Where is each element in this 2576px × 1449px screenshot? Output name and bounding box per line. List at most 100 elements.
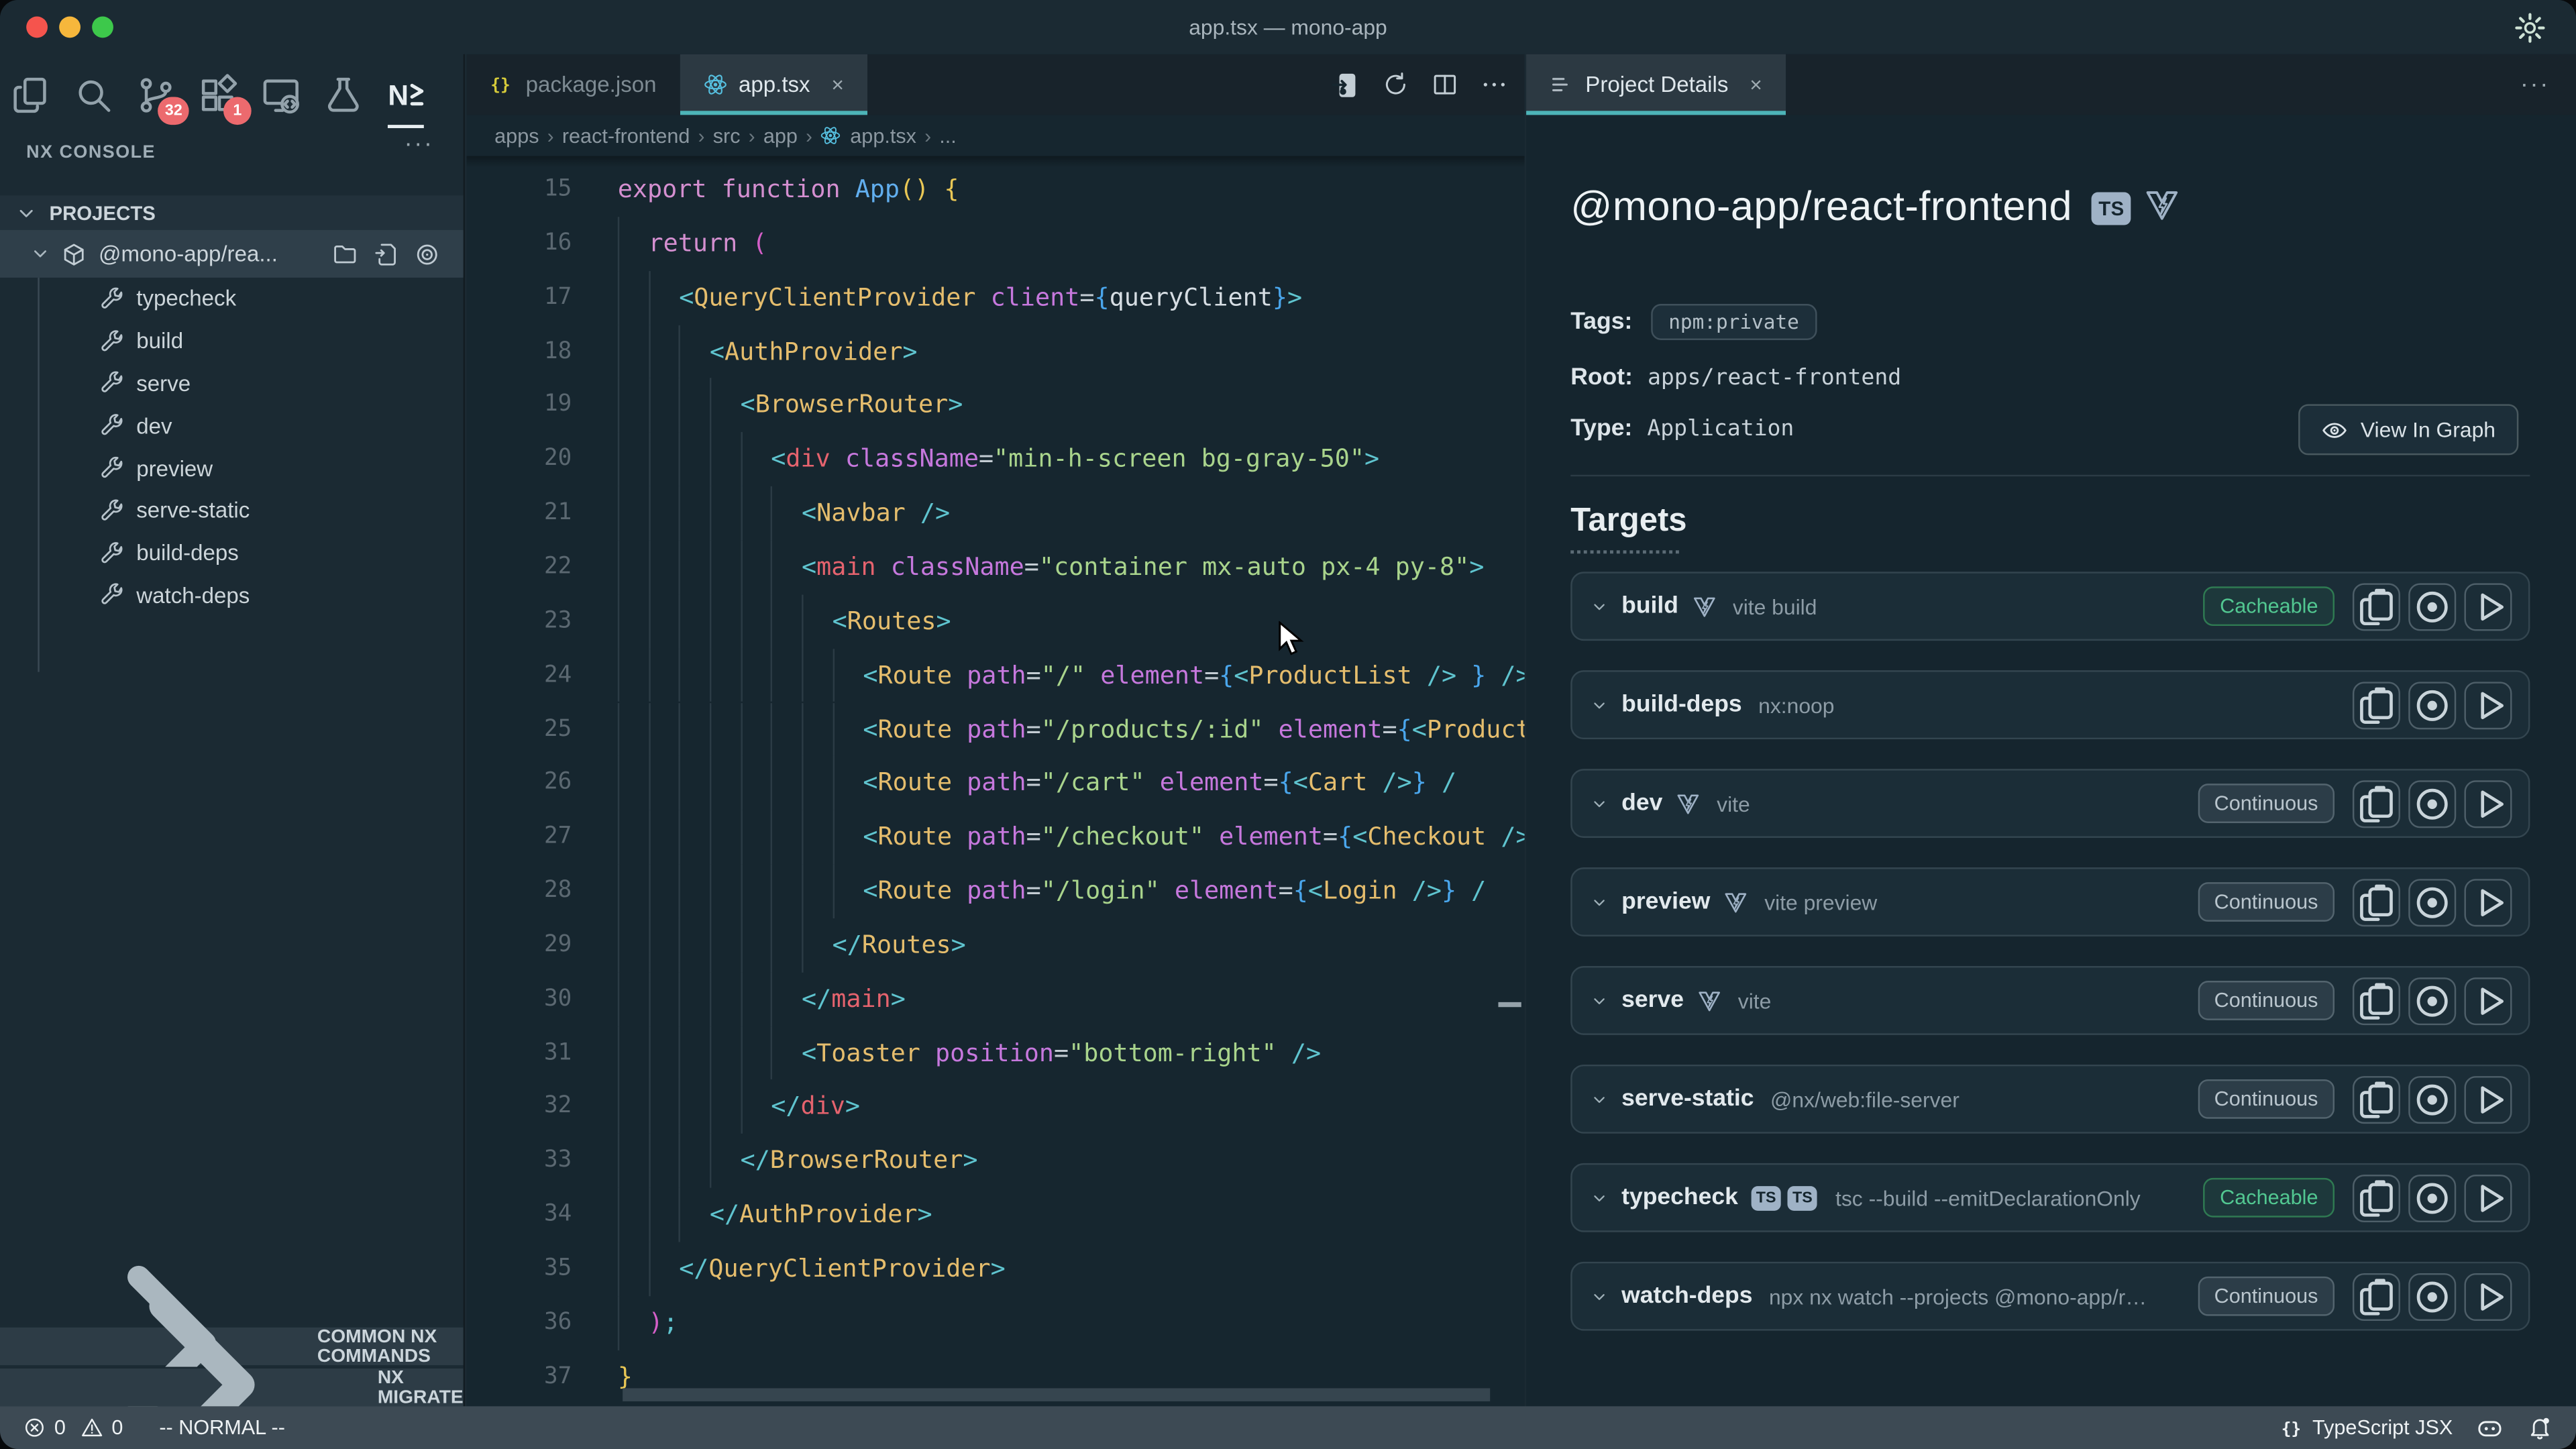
- source-control-icon[interactable]: 32: [135, 74, 178, 117]
- tree-item-task-build[interactable]: build: [0, 320, 464, 362]
- run-button[interactable]: [2464, 977, 2512, 1024]
- view-button[interactable]: [2408, 1273, 2456, 1320]
- chevron-down-icon[interactable]: [1589, 1088, 1610, 1110]
- copy-button[interactable]: [2353, 1075, 2400, 1123]
- sidebar-section-nx-migrate[interactable]: NX MIGRATE: [0, 1367, 464, 1407]
- target-card-typecheck[interactable]: typecheckTSTStsc --build --emitDeclarati…: [1570, 1163, 2530, 1232]
- view-button[interactable]: [2408, 780, 2456, 827]
- package-icon: [61, 241, 87, 267]
- target-card-watch-deps[interactable]: watch-depsnpx nx watch --projects @mono-…: [1570, 1262, 2530, 1331]
- root-value: apps/react-frontend: [1648, 365, 1901, 391]
- view-button[interactable]: [2408, 878, 2456, 926]
- tab-app.tsx[interactable]: app.tsx×: [680, 54, 867, 115]
- breadcrumb-item[interactable]: apps: [494, 124, 539, 147]
- copy-button[interactable]: [2353, 780, 2400, 827]
- copilot-icon[interactable]: [2476, 1413, 2504, 1442]
- target-card-preview[interactable]: previewvite previewContinuous: [1570, 867, 2530, 936]
- problems-indicator[interactable]: 0 0: [23, 1416, 123, 1439]
- remote-explorer-icon[interactable]: [260, 74, 303, 117]
- run-button[interactable]: [2464, 780, 2512, 827]
- tree-section-projects[interactable]: PROJECTS: [0, 195, 464, 229]
- view-button[interactable]: [2408, 1075, 2456, 1123]
- chevron-down-icon[interactable]: [1589, 694, 1610, 716]
- run-button[interactable]: [2464, 1273, 2512, 1320]
- split-editor-icon[interactable]: [1431, 70, 1459, 99]
- chevron-down-icon[interactable]: [1589, 1187, 1610, 1208]
- extensions-icon[interactable]: 1: [197, 74, 240, 117]
- run-button[interactable]: [2464, 878, 2512, 926]
- wrench-icon: [99, 582, 125, 608]
- editor-group: {}package.jsonapp.tsx× apps›react-fronte…: [467, 54, 1525, 1407]
- chevron-down-icon[interactable]: [1589, 596, 1610, 617]
- search-icon[interactable]: [72, 74, 115, 117]
- sidebar-more-actions-icon[interactable]: ···: [404, 129, 433, 158]
- folder-icon[interactable]: [332, 241, 358, 267]
- target-icon[interactable]: [414, 241, 440, 267]
- view-button[interactable]: [2408, 582, 2456, 630]
- close-icon[interactable]: ×: [1750, 72, 1762, 97]
- tree-item-task-typecheck[interactable]: typecheck: [0, 278, 464, 320]
- view-button[interactable]: [2408, 977, 2456, 1024]
- code-line-25: 25<Route path="/products/:id" element={<…: [467, 702, 1525, 756]
- tab-project-details[interactable]: Project Details ×: [1526, 54, 1785, 115]
- target-card-dev[interactable]: devviteContinuous: [1570, 769, 2530, 838]
- refresh-file-icon[interactable]: [373, 241, 399, 267]
- panel-more-actions-icon[interactable]: ···: [2520, 70, 2550, 99]
- testing-icon[interactable]: [322, 74, 365, 117]
- code-editor[interactable]: 15export function App() {16return (17<Qu…: [467, 156, 1525, 1407]
- chevron-down-icon[interactable]: [1589, 1285, 1610, 1307]
- tree-item-task-serve-static[interactable]: serve-static: [0, 490, 464, 532]
- tree-item-project[interactable]: @mono-app/rea...: [0, 230, 464, 278]
- copy-button[interactable]: [2353, 582, 2400, 630]
- vite-icon: [1692, 594, 1717, 619]
- view-in-graph-button[interactable]: View In Graph: [2298, 404, 2519, 455]
- gear-icon[interactable]: [2514, 11, 2546, 44]
- tree-item-task-dev[interactable]: dev: [0, 405, 464, 447]
- tab-package.json[interactable]: {}package.json: [467, 54, 680, 115]
- view-button[interactable]: [2408, 681, 2456, 729]
- close-icon[interactable]: ×: [831, 72, 844, 97]
- target-card-serve-static[interactable]: serve-static@nx/web:file-serverContinuou…: [1570, 1065, 2530, 1134]
- nx-icon[interactable]: N: [384, 74, 427, 117]
- bell-icon[interactable]: [2527, 1415, 2553, 1441]
- run-button[interactable]: [2464, 1174, 2512, 1222]
- tree-item-task-preview[interactable]: preview: [0, 447, 464, 490]
- breadcrumb-item[interactable]: react-frontend: [562, 124, 690, 147]
- tree-item-task-watch-deps[interactable]: watch-deps: [0, 574, 464, 616]
- files-icon[interactable]: [10, 74, 53, 117]
- target-command: vite: [1717, 791, 1750, 816]
- run-button[interactable]: [2464, 681, 2512, 729]
- copy-button[interactable]: [2353, 1273, 2400, 1320]
- refresh-icon[interactable]: [1382, 70, 1410, 99]
- breadcrumb-item[interactable]: app: [763, 124, 798, 147]
- open-project-config-icon[interactable]: [1331, 70, 1360, 99]
- tree-item-task-serve[interactable]: serve: [0, 362, 464, 405]
- svg-text:N: N: [388, 80, 409, 111]
- chevron-down-icon: [13, 200, 40, 226]
- run-button[interactable]: [2464, 582, 2512, 630]
- targets-heading-underline: [1570, 550, 1679, 553]
- breadcrumb-item[interactable]: ...: [939, 124, 957, 147]
- target-card-serve[interactable]: serveviteContinuous: [1570, 966, 2530, 1035]
- copy-button[interactable]: [2353, 1174, 2400, 1222]
- breadcrumb-item[interactable]: app.tsx: [850, 124, 916, 147]
- typescript-badge: TS: [2092, 193, 2131, 225]
- target-card-build-deps[interactable]: build-depsnx:noop: [1570, 670, 2530, 739]
- breadcrumb[interactable]: apps›react-frontend›src›app›app.tsx›...: [467, 115, 1525, 156]
- language-mode[interactable]: {} TypeScript JSX: [2279, 1415, 2453, 1440]
- target-command: vite build: [1733, 594, 1817, 619]
- view-button[interactable]: [2408, 1174, 2456, 1222]
- chevron-down-icon[interactable]: [1589, 793, 1610, 814]
- more-actions-icon[interactable]: [1481, 70, 1509, 99]
- copy-button[interactable]: [2353, 878, 2400, 926]
- target-card-build[interactable]: buildvite buildCacheable: [1570, 572, 2530, 641]
- chevron-down-icon[interactable]: [1589, 892, 1610, 913]
- copy-button[interactable]: [2353, 977, 2400, 1024]
- svg-text:{}: {}: [490, 75, 510, 95]
- horizontal-scrollbar[interactable]: [623, 1388, 1490, 1401]
- run-button[interactable]: [2464, 1075, 2512, 1123]
- breadcrumb-item[interactable]: src: [713, 124, 741, 147]
- tree-item-task-build-deps[interactable]: build-deps: [0, 532, 464, 574]
- chevron-down-icon[interactable]: [1589, 990, 1610, 1012]
- copy-button[interactable]: [2353, 681, 2400, 729]
